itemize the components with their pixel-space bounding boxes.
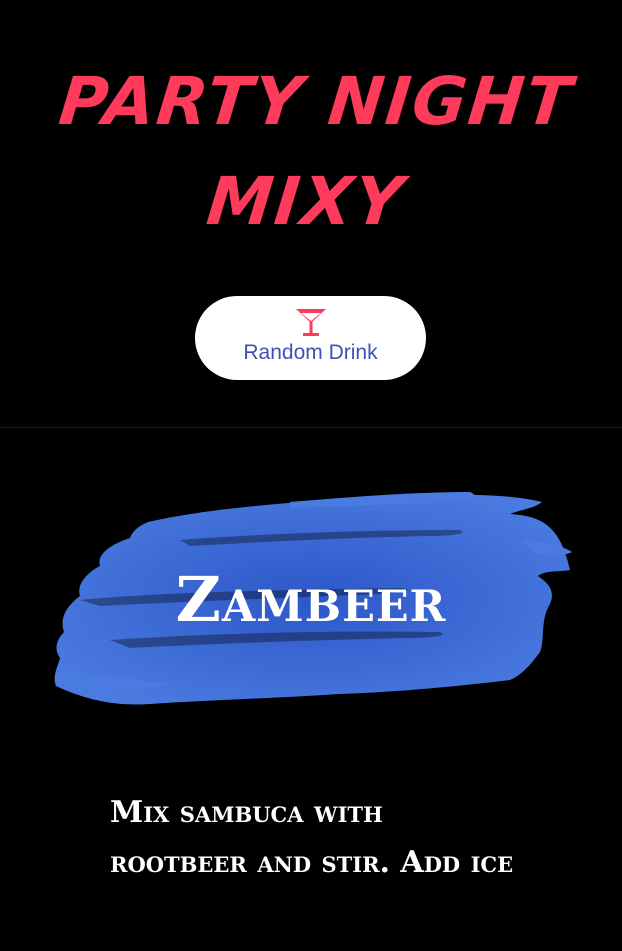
- app-title-line1: PARTY NIGHT: [55, 63, 577, 140]
- app-header: PARTY NIGHT MIXY Random Drink: [0, 0, 622, 427]
- drink-instructions: Mix sambuca with rootbeer and stir. Add …: [110, 795, 514, 880]
- cocktail-icon: [296, 309, 326, 336]
- random-drink-label: Random Drink: [243, 341, 378, 364]
- app-title-line2: MIXY: [203, 163, 409, 240]
- random-drink-button[interactable]: Random Drink: [195, 296, 426, 380]
- header-divider: [0, 427, 622, 428]
- drink-name: Zambeer: [175, 563, 447, 636]
- app-title: PARTY NIGHT MIXY: [0, 52, 622, 252]
